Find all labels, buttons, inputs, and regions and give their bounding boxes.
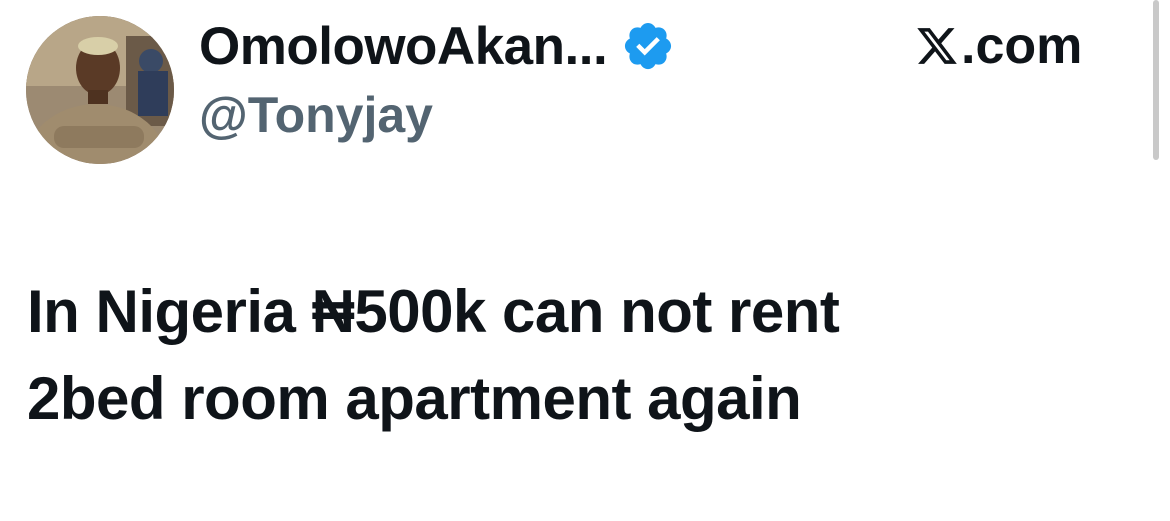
source-label: .com — [961, 17, 1083, 75]
source-link[interactable]: .com — [915, 10, 1082, 82]
tweet-text: In Nigeria ₦500k can not rent 2bed room … — [27, 268, 1127, 442]
display-name[interactable]: OmolowoAkan... — [199, 16, 608, 77]
author-handle[interactable]: @Tonyjay — [199, 86, 433, 144]
avatar[interactable] — [26, 16, 174, 164]
tweet-card: OmolowoAkan... @Tonyjay .com In Nigeria … — [0, 0, 1170, 521]
verified-badge-icon — [625, 22, 672, 70]
avatar-photo — [26, 16, 174, 164]
tweet-text-line: 2bed room apartment again — [27, 365, 802, 432]
author-name-row: OmolowoAkan... — [199, 10, 675, 82]
x-logo-icon — [917, 28, 957, 64]
scrollbar[interactable] — [1153, 0, 1159, 160]
tweet-text-line: In Nigeria ₦500k can not rent — [27, 278, 840, 345]
